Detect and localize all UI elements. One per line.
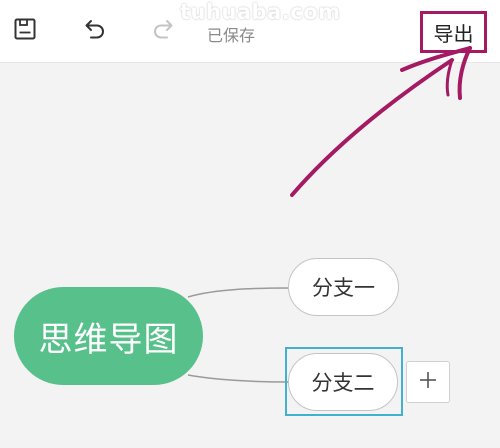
- add-child-button[interactable]: [406, 361, 450, 403]
- branch-node-2[interactable]: 分支二: [288, 353, 398, 411]
- export-button[interactable]: 导出: [420, 11, 487, 53]
- save-status: 已保存: [207, 26, 256, 45]
- redo-icon: [151, 17, 175, 45]
- root-node[interactable]: 思维导图: [14, 287, 203, 385]
- undo-button[interactable]: [78, 14, 112, 48]
- watermark: tuhuaba.com: [180, 0, 341, 24]
- branch-node-1[interactable]: 分支一: [288, 258, 399, 316]
- plus-icon: [418, 370, 438, 394]
- save-icon: [13, 17, 37, 45]
- redo-button[interactable]: [146, 14, 180, 48]
- save-button[interactable]: [8, 14, 42, 48]
- undo-icon: [83, 17, 107, 45]
